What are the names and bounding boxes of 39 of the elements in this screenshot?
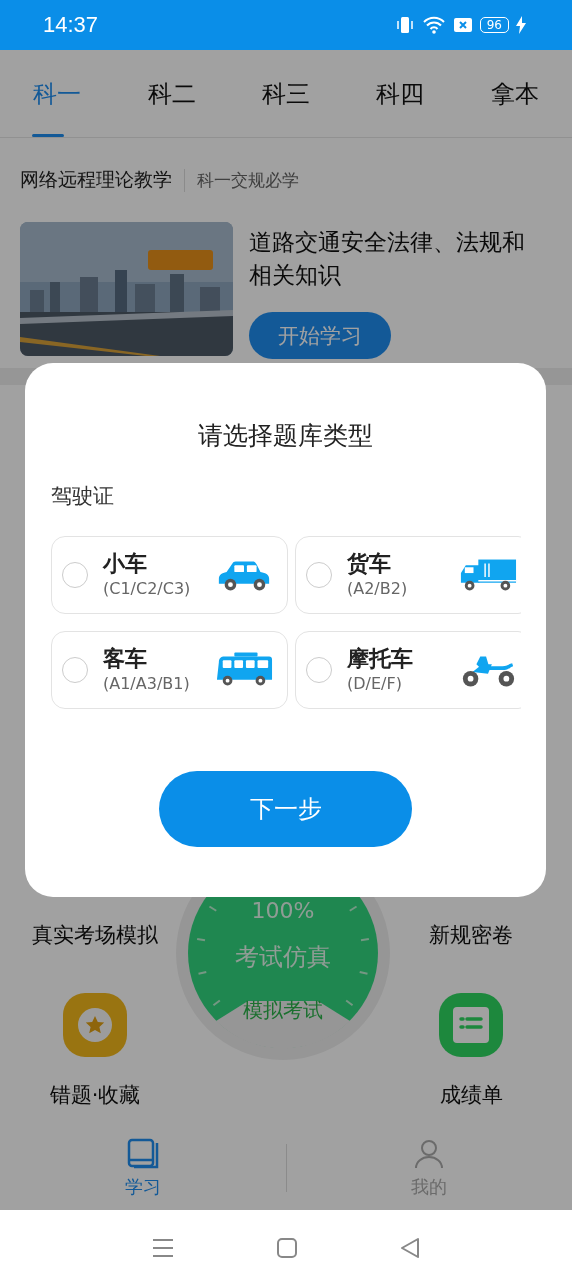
clock-time: 14:37 bbox=[43, 12, 99, 38]
option-name: 摩托车 bbox=[347, 645, 414, 673]
license-option[interactable]: 小车 (C1/C2/C3) bbox=[51, 536, 288, 614]
section-subtitle: 科一交规必学 bbox=[184, 168, 299, 192]
license-option[interactable]: 摩托车 (D/E/F) bbox=[295, 631, 521, 709]
mock-exam-label: 模拟考试 bbox=[243, 997, 323, 1024]
option-codes: (A2/B2) bbox=[347, 578, 409, 600]
option-codes: (A1/A3/B1) bbox=[103, 673, 191, 695]
option-codes: (D/E/F) bbox=[347, 673, 403, 695]
menu-label[interactable]: 真实考场模拟 bbox=[32, 923, 158, 947]
list-icon[interactable] bbox=[439, 993, 503, 1057]
battery-indicator: 96 bbox=[479, 17, 509, 33]
group-label: 驾驶证 bbox=[51, 483, 114, 510]
vibrate-icon bbox=[394, 15, 415, 35]
menu-icon[interactable] bbox=[151, 1238, 174, 1258]
option-name: 小车 bbox=[103, 550, 148, 578]
gauge-percent: 100% bbox=[251, 898, 315, 923]
shortcut-label[interactable]: 错题·收藏 bbox=[49, 1083, 141, 1107]
tab[interactable]: 科三 bbox=[228, 50, 344, 137]
option-name: 客车 bbox=[103, 645, 148, 673]
menu-label[interactable]: 新规密卷 bbox=[429, 923, 513, 947]
sim-card-icon bbox=[452, 16, 473, 34]
book-icon bbox=[125, 1137, 160, 1171]
option-name: 货车 bbox=[347, 550, 392, 578]
lightning-icon bbox=[516, 16, 526, 34]
tab[interactable]: 科二 bbox=[114, 50, 229, 137]
wifi-icon bbox=[421, 15, 446, 35]
shortcut-label[interactable]: 成绩单 bbox=[439, 1083, 503, 1107]
section-title: 网络远程理论教学 bbox=[20, 167, 172, 192]
license-option[interactable]: 货车 (A2/B2) bbox=[295, 536, 521, 614]
dialog-title: 请选择题库类型 bbox=[198, 420, 373, 452]
home-icon[interactable] bbox=[277, 1238, 297, 1258]
option-codes: (C1/C2/C3) bbox=[103, 578, 192, 600]
gauge-title: 考试仿真 bbox=[235, 942, 331, 973]
course-title: 道路交通安全法律、法规和相关知识 bbox=[249, 228, 526, 290]
back-icon[interactable] bbox=[400, 1237, 421, 1259]
license-option[interactable]: 客车 (A1/A3/B1) bbox=[51, 631, 288, 709]
tab[interactable]: 拿本 bbox=[457, 50, 572, 137]
tab[interactable]: 科四 bbox=[343, 50, 458, 137]
